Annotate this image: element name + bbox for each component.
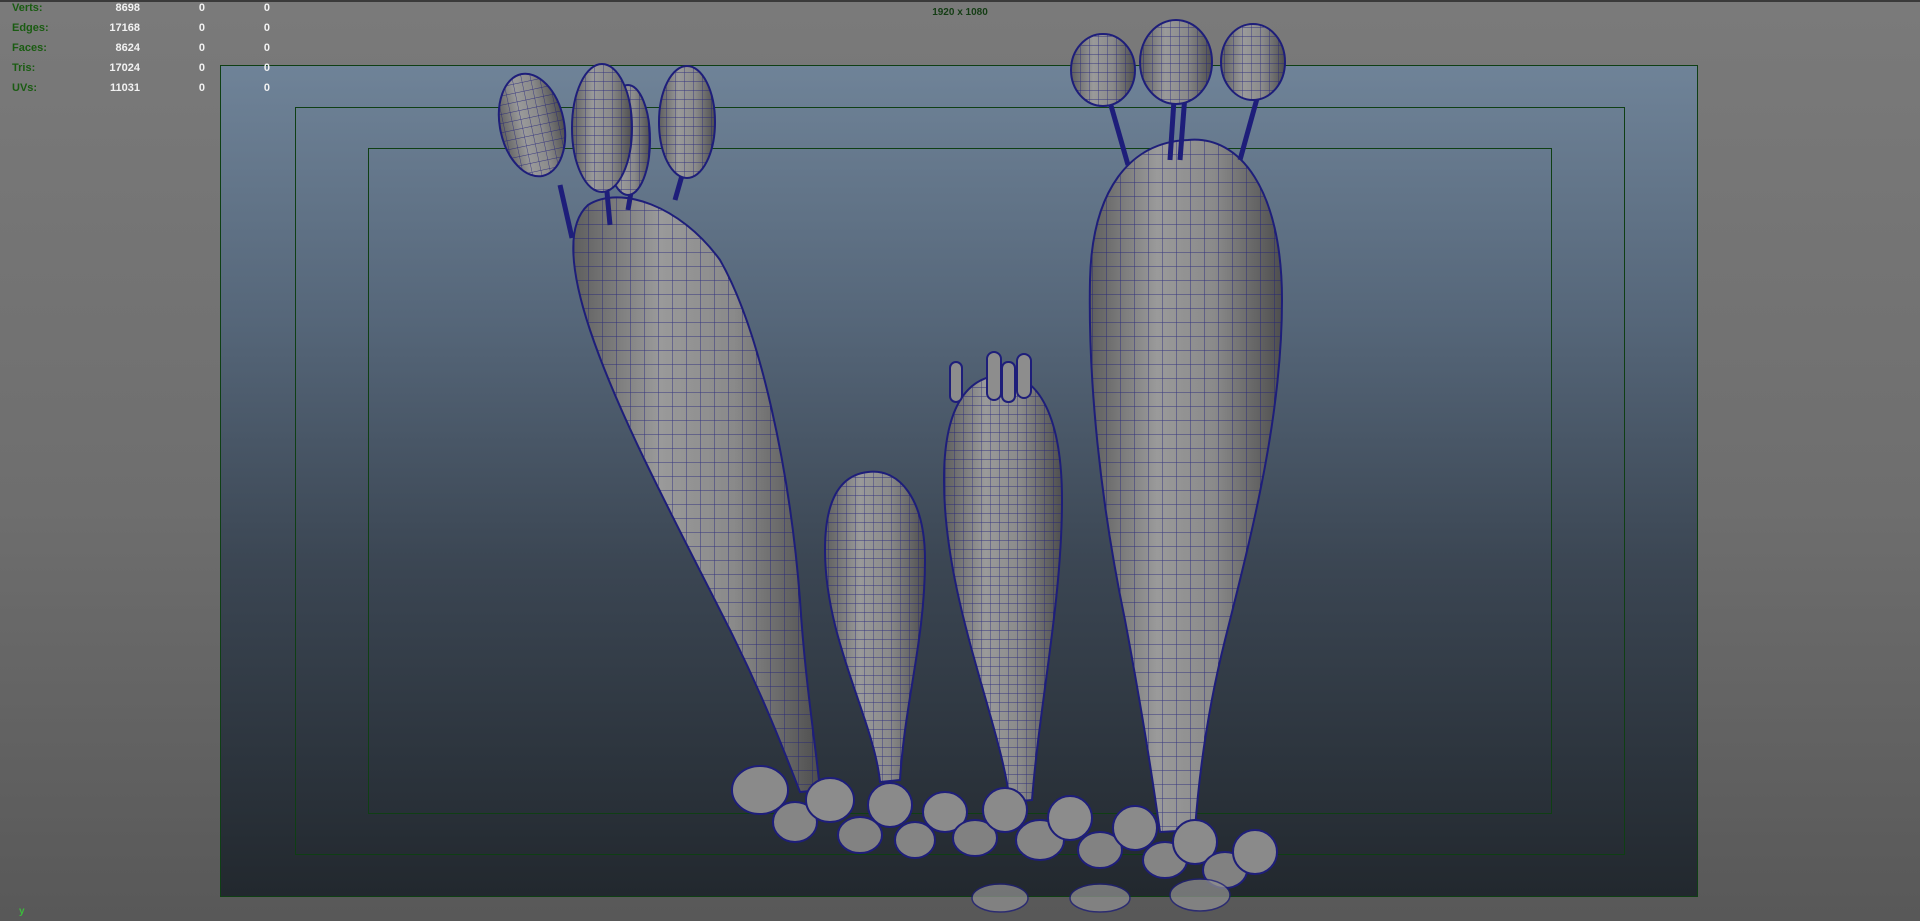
left-pod-mesh[interactable] [572,196,822,794]
hud-value-selected: 0 [198,82,205,94]
scene-geometry[interactable] [0,0,1920,921]
hud-value-selected: 0 [198,22,205,34]
hud-value-selected: 0 [198,42,205,54]
right-pod-mesh[interactable] [1088,138,1284,834]
hud-row-verts: Verts: 8698 0 0 [12,2,272,22]
middle-pod-mesh[interactable] [942,351,1064,804]
hud-value-component: 0 [263,62,270,74]
hud-label: Faces: [12,42,47,54]
hud-value-total: 8698 [115,2,140,14]
axis-indicator-label: y [19,906,25,917]
hud-label: Verts: [12,2,43,14]
hud-label: UVs: [12,82,38,94]
hud-value-total: 8624 [115,42,140,54]
hud-row-tris: Tris: 17024 0 0 [12,62,272,82]
maya-viewport[interactable]: 1920 x 1080 Verts: 8698 0 0 Edges: 17168… [0,0,1920,921]
hud-value-selected: 0 [198,2,205,14]
hud-row-edges: Edges: 17168 0 0 [12,22,272,42]
hud-value-component: 0 [263,22,270,34]
hud-value-total: 17168 [109,22,140,34]
resolution-gate-label: 1920 x 1080 [932,7,988,18]
hud-label: Tris: [12,62,36,74]
hud-label: Edges: [12,22,49,34]
hud-row-uvs: UVs: 11031 0 0 [12,82,272,102]
small-pod-mesh[interactable] [823,470,927,784]
hud-value-component: 0 [263,82,270,94]
hud-value-component: 0 [263,2,270,14]
poly-count-hud: Verts: 8698 0 0 Edges: 17168 0 0 Faces: … [12,2,272,102]
hud-value-total: 11031 [110,82,140,94]
hud-value-total: 17024 [109,62,140,74]
hud-value-selected: 0 [198,62,205,74]
hud-row-faces: Faces: 8624 0 0 [12,42,272,62]
hud-value-component: 0 [263,42,270,54]
